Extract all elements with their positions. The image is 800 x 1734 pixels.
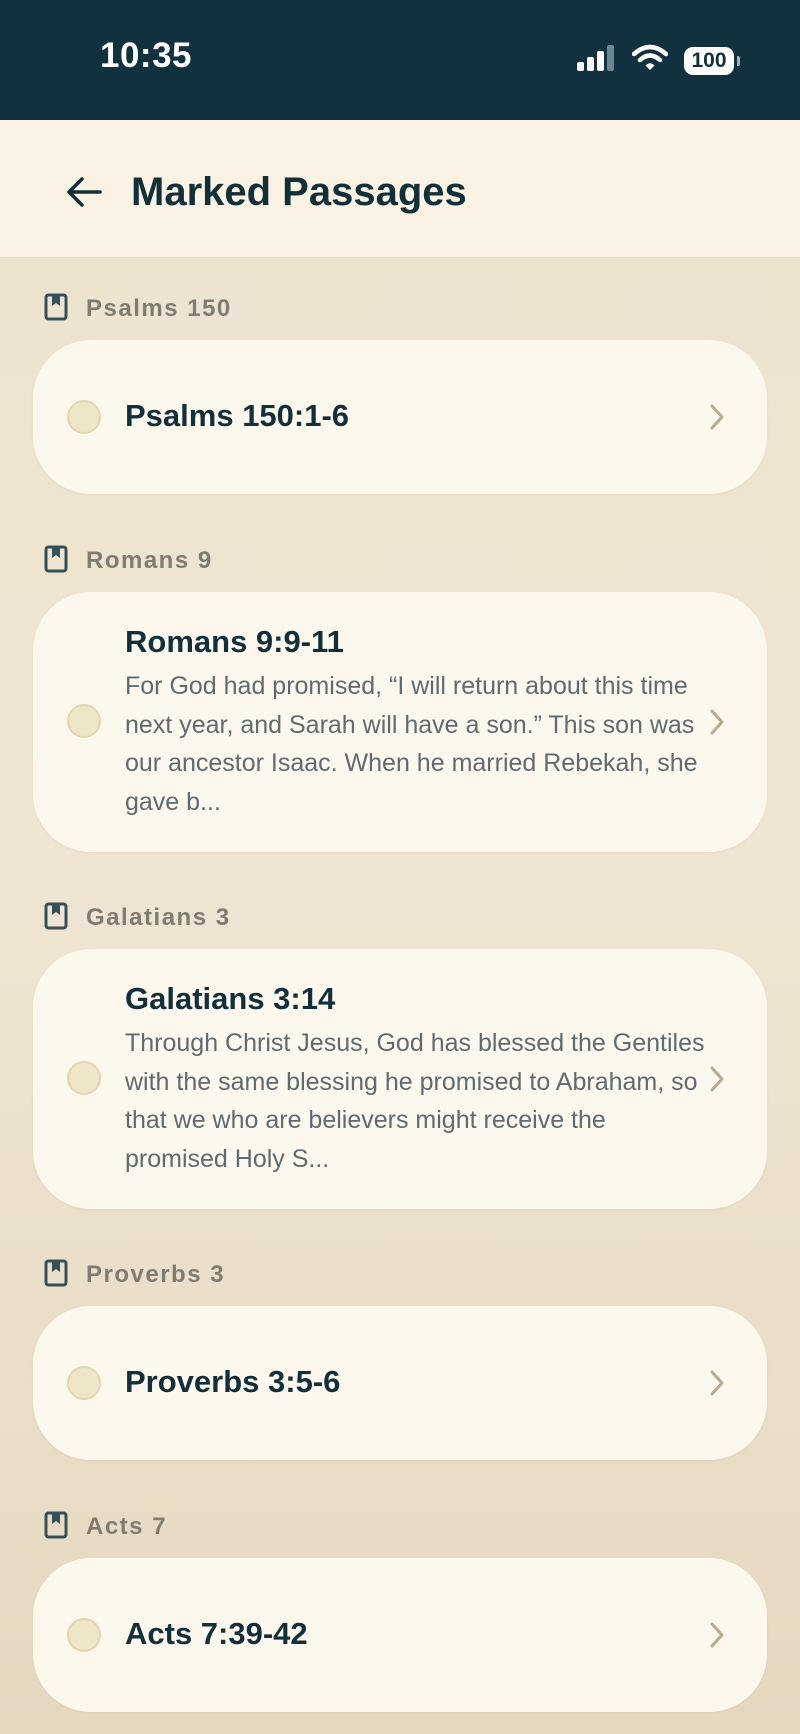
chevron-right-icon [707, 402, 727, 432]
passage-card[interactable]: Romans 9:9-11 For God had promised, “I w… [33, 592, 767, 852]
status-dot[interactable] [67, 1618, 101, 1652]
status-time: 10:35 [100, 36, 193, 75]
section-label: Proverbs 3 [86, 1261, 226, 1288]
status-dot[interactable] [67, 1061, 101, 1095]
bookmark-book-icon [44, 1511, 68, 1544]
cellular-signal-icon [576, 45, 616, 76]
chevron-right-icon [707, 707, 727, 737]
back-arrow-icon [66, 176, 102, 213]
app-header: Marked Passages [0, 120, 800, 258]
status-dot[interactable] [67, 704, 101, 738]
passage-reference: Acts 7:39-42 [125, 1616, 308, 1651]
section-label: Galatians 3 [86, 904, 231, 931]
status-bar: 10:35 100 [0, 0, 800, 120]
passage-card[interactable]: Acts 7:39-42 [33, 1558, 767, 1712]
passage-excerpt: Through Christ Jesus, God has blessed th… [125, 1029, 705, 1173]
passage-reference: Psalms 150:1-6 [125, 398, 350, 433]
chevron-right-icon [707, 1064, 727, 1094]
section-header: Proverbs 3 [44, 1258, 225, 1292]
passage-reference: Proverbs 3:5-6 [125, 1364, 341, 1399]
status-icons: 100 [576, 44, 740, 77]
passage-excerpt: For God had promised, “I will return abo… [125, 672, 698, 816]
passage-reference: Galatians 3:14 [125, 981, 336, 1016]
section-header: Acts 7 [44, 1510, 167, 1544]
passage-card[interactable]: Galatians 3:14 Through Christ Jesus, God… [33, 949, 767, 1209]
status-dot[interactable] [67, 1366, 101, 1400]
bookmark-book-icon [44, 902, 68, 935]
passage-card[interactable]: Proverbs 3:5-6 [33, 1306, 767, 1460]
section-header: Psalms 150 [44, 292, 232, 326]
back-button[interactable] [60, 170, 108, 218]
page-title: Marked Passages [131, 170, 467, 214]
bookmark-book-icon [44, 293, 68, 326]
section-header: Galatians 3 [44, 901, 231, 935]
section-label: Psalms 150 [86, 295, 232, 322]
section-label: Acts 7 [86, 1513, 168, 1540]
wifi-icon [631, 44, 669, 77]
bookmark-book-icon [44, 1259, 68, 1292]
chevron-right-icon [707, 1620, 727, 1650]
chevron-right-icon [707, 1368, 727, 1398]
section-label: Romans 9 [86, 547, 213, 574]
bookmark-book-icon [44, 545, 68, 578]
passage-card[interactable]: Psalms 150:1-6 [33, 340, 767, 494]
section-header: Romans 9 [44, 544, 213, 578]
battery-indicator: 100 [684, 46, 740, 75]
passage-reference: Romans 9:9-11 [125, 624, 344, 659]
status-dot[interactable] [67, 400, 101, 434]
